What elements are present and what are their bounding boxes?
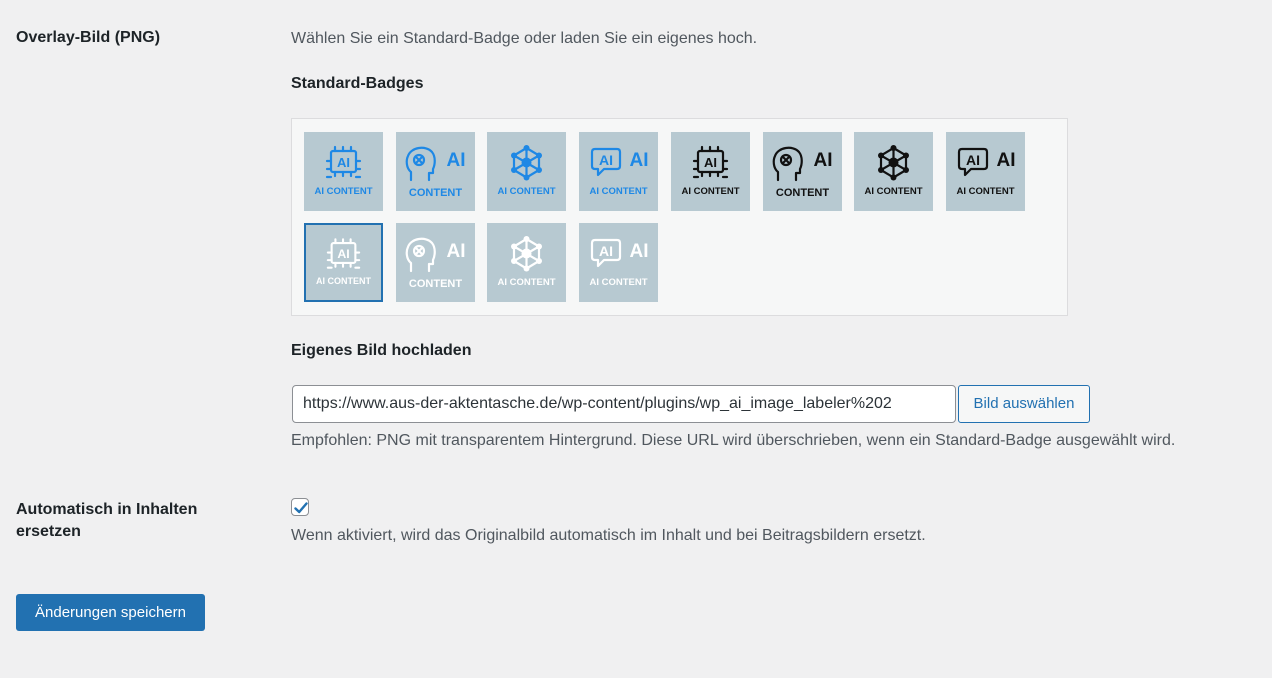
- brain-icon: AI CONTENT: [772, 146, 832, 199]
- overlay-description: Wählen Sie ein Standard-Badge oder laden…: [291, 30, 758, 47]
- badge-option[interactable]: AI CONTENT: [854, 132, 934, 211]
- badge-option[interactable]: AI AI AI CONTENT: [579, 223, 659, 302]
- checkmark-icon: [294, 502, 308, 514]
- badge-option[interactable]: AI AI CONTENT: [304, 132, 383, 211]
- upload-hint: Empfohlen: PNG mit transparentem Hinterg…: [291, 432, 1176, 449]
- svg-text:AI CONTENT: AI CONTENT: [498, 186, 556, 197]
- chip-icon: AI AI CONTENT: [316, 238, 372, 286]
- svg-text:AI CONTENT: AI CONTENT: [590, 186, 648, 197]
- svg-text:AI: AI: [446, 241, 465, 262]
- standard-badges-heading: Standard-Badges: [291, 75, 424, 92]
- svg-text:AI CONTENT: AI CONTENT: [865, 186, 923, 197]
- svg-text:AI: AI: [630, 241, 649, 262]
- image-url-input[interactable]: https://www.aus-der-aktentasche.de/wp-co…: [292, 385, 956, 423]
- network-icon: AI CONTENT: [498, 145, 556, 197]
- badge-option[interactable]: AI CONTENT: [395, 132, 475, 211]
- svg-text:CONTENT: CONTENT: [409, 278, 462, 290]
- overlay-label: Overlay-Bild (PNG): [16, 29, 161, 46]
- network-icon: AI CONTENT: [498, 236, 556, 288]
- svg-text:AI: AI: [599, 152, 613, 168]
- chip-icon: AI AI CONTENT: [681, 145, 740, 197]
- svg-text:AI: AI: [704, 155, 717, 170]
- auto-replace-label: Automatisch in Inhalten ersetzen: [16, 501, 198, 540]
- save-changes-button[interactable]: Änderungen speichern: [16, 594, 205, 631]
- svg-text:AI: AI: [337, 247, 349, 261]
- select-image-button[interactable]: Bild auswählen: [958, 385, 1090, 423]
- svg-text:AI CONTENT: AI CONTENT: [956, 186, 1014, 197]
- brain-icon: AI CONTENT: [405, 237, 465, 290]
- badge-option[interactable]: AI CONTENT: [487, 132, 567, 211]
- upload-heading: Eigenes Bild hochladen: [291, 342, 472, 359]
- svg-text:AI CONTENT: AI CONTENT: [590, 277, 648, 288]
- brain-icon: AI CONTENT: [405, 146, 465, 199]
- badge-option[interactable]: AI CONTENT: [762, 132, 842, 211]
- chat-bubble-icon: AI AI AI CONTENT: [956, 147, 1015, 197]
- svg-text:CONTENT: CONTENT: [409, 187, 462, 199]
- badge-option[interactable]: AI CONTENT: [487, 223, 567, 302]
- badge-option[interactable]: AI AI AI CONTENT: [579, 132, 659, 211]
- badge-option[interactable]: AI AI CONTENT: [670, 132, 750, 211]
- chat-bubble-icon: AI AI AI CONTENT: [590, 238, 649, 288]
- svg-text:AI: AI: [337, 155, 350, 170]
- chip-icon: AI AI CONTENT: [314, 145, 373, 197]
- auto-replace-checkbox[interactable]: [291, 498, 309, 516]
- auto-replace-description: Wenn aktiviert, wird das Originalbild au…: [291, 527, 926, 544]
- svg-text:AI CONTENT: AI CONTENT: [681, 186, 739, 197]
- chat-bubble-icon: AI AI AI CONTENT: [590, 147, 649, 197]
- badge-option[interactable]: AI CONTENT: [395, 223, 475, 302]
- svg-text:AI: AI: [966, 152, 980, 168]
- svg-text:AI CONTENT: AI CONTENT: [316, 276, 372, 286]
- svg-text:AI CONTENT: AI CONTENT: [498, 277, 556, 288]
- badge-panel: AI AI CONTENT AI CONTENT AI CONTENT AI AI AI CO…: [291, 118, 1068, 316]
- svg-text:AI CONTENT: AI CONTENT: [314, 186, 372, 197]
- svg-text:AI: AI: [630, 150, 649, 171]
- svg-text:AI: AI: [813, 150, 832, 171]
- svg-text:AI: AI: [996, 150, 1015, 171]
- svg-text:CONTENT: CONTENT: [775, 187, 828, 199]
- svg-text:AI: AI: [599, 243, 613, 259]
- badge-option[interactable]: AI AI CONTENT: [304, 223, 383, 302]
- svg-text:AI: AI: [446, 150, 465, 171]
- badge-option[interactable]: AI AI AI CONTENT: [945, 132, 1025, 211]
- network-icon: AI CONTENT: [865, 145, 923, 197]
